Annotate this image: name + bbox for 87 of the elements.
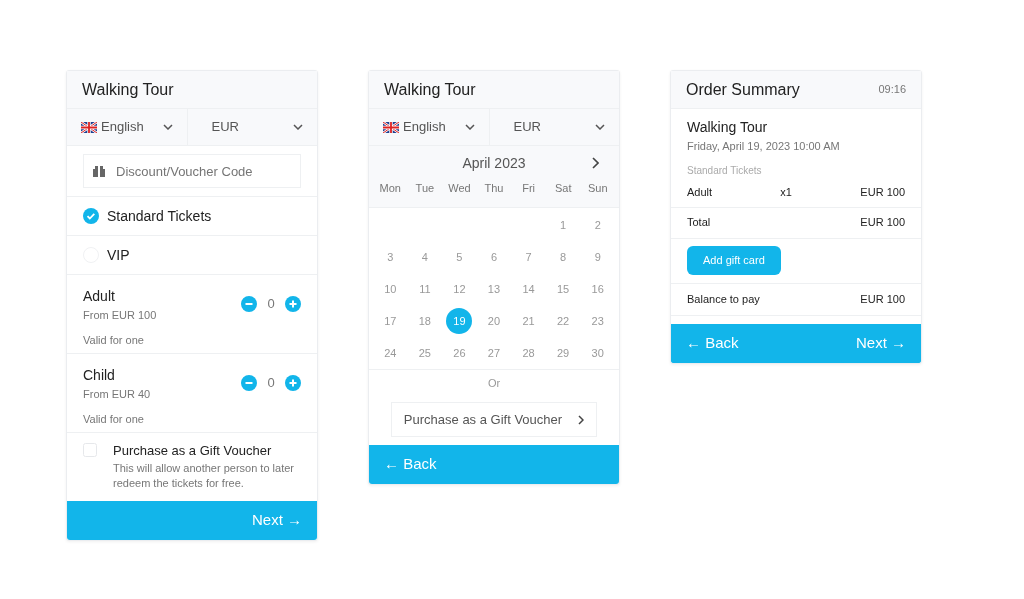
chevron-right-icon (578, 414, 585, 425)
day-cell[interactable]: 18 (411, 308, 438, 334)
tour-date: Friday, April 19, 2023 10:00 AM (687, 139, 841, 154)
weekday-label: Sat (553, 181, 573, 196)
day-cell[interactable]: 26 (446, 340, 473, 366)
day-cell[interactable]: 29 (550, 340, 577, 366)
summary-quantity: x1 (780, 184, 793, 200)
day-cell[interactable]: 28 (515, 340, 542, 366)
gift-voucher-description: This will allow another person to later redeem the tickets for free. (113, 460, 295, 492)
day-cell[interactable]: 4 (411, 244, 438, 270)
checkbox[interactable] (83, 443, 97, 457)
panel-title: Order Summary (686, 79, 800, 100)
summary-amount: EUR 100 (860, 291, 905, 307)
day-cell[interactable]: 19 (446, 308, 473, 334)
day-cell[interactable]: 10 (377, 276, 404, 302)
weekday-label: Fri (521, 181, 536, 196)
tour-name: Walking Tour (687, 118, 769, 137)
summary-amount: EUR 100 (860, 184, 905, 200)
day-cell[interactable]: 3 (377, 244, 404, 270)
day-cell[interactable]: 16 (584, 276, 611, 302)
day-cell[interactable]: 23 (584, 308, 611, 334)
day-cell[interactable]: 30 (584, 340, 611, 366)
timer-text: 09:16 (878, 82, 906, 98)
day-cell[interactable]: 5 (446, 244, 473, 270)
day-cell[interactable]: 14 (515, 276, 542, 302)
chevron-right-icon[interactable] (591, 157, 599, 169)
minus-button[interactable] (241, 374, 257, 391)
weekday-label: Thu (483, 181, 505, 196)
weekday-label: Tue (414, 181, 436, 196)
day-cell[interactable]: 22 (550, 308, 577, 334)
chevron-down-icon (464, 124, 475, 130)
ticket-type-option[interactable]: VIP (67, 236, 317, 275)
day-cell[interactable]: 24 (377, 340, 404, 366)
ticket-count: 0 (266, 374, 276, 392)
language-select[interactable]: English (67, 109, 187, 145)
ticket-note: Valid for one (83, 332, 145, 348)
chevron-down-icon (293, 124, 303, 130)
ticket-note: Valid for one (83, 411, 145, 427)
or-separator: Or (487, 377, 501, 389)
month-label: April 2023 (462, 153, 526, 173)
weekday-label: Mon (378, 181, 402, 196)
minus-button[interactable] (241, 295, 257, 312)
ticket-price: From EUR 100 (83, 308, 157, 323)
next-button[interactable]: Next → (67, 501, 317, 540)
ticket-count: 0 (266, 295, 276, 313)
voucher-field[interactable]: Discount/Voucher Code (83, 154, 301, 188)
day-cell[interactable]: 13 (480, 276, 507, 302)
day-cell[interactable]: 27 (480, 340, 507, 366)
day-cell[interactable]: 15 (550, 276, 577, 302)
panel-title: Walking Tour (384, 79, 476, 100)
day-cell[interactable]: 2 (584, 212, 611, 238)
day-cell[interactable]: 21 (515, 308, 542, 334)
day-cell[interactable]: 17 (377, 308, 404, 334)
flag-icon (383, 121, 399, 133)
plus-button[interactable] (285, 374, 301, 391)
chevron-down-icon (595, 124, 605, 130)
ticket-name: Child (83, 366, 116, 385)
weekday-label: Wed (447, 181, 472, 196)
chevron-down-icon (162, 124, 173, 130)
summary-amount: EUR 100 (860, 215, 905, 231)
ticket-name: Adult (83, 287, 116, 306)
day-cell[interactable]: 9 (584, 244, 611, 270)
back-button[interactable]: ← Back (369, 445, 619, 484)
flag-icon (81, 121, 97, 133)
summary-label: Balance to pay (687, 291, 761, 307)
day-cell[interactable]: 20 (480, 308, 507, 334)
ticket-type-option[interactable]: Standard Tickets (67, 197, 317, 236)
add-gift-card-button[interactable]: Add gift card (687, 246, 781, 275)
section-label: Standard Tickets (687, 163, 763, 178)
gift-voucher-label: Purchase as a Gift Voucher (113, 442, 273, 460)
day-cell[interactable]: 8 (550, 244, 577, 270)
language-select[interactable]: English (369, 109, 489, 145)
day-cell[interactable]: 6 (480, 244, 507, 270)
currency-select[interactable]: EUR (488, 109, 619, 145)
day-cell[interactable]: 11 (411, 276, 438, 302)
day-cell[interactable]: 1 (550, 212, 577, 238)
day-cell[interactable]: 12 (446, 276, 473, 302)
day-cell[interactable]: 7 (515, 244, 542, 270)
ticket-price: From EUR 40 (83, 387, 151, 402)
weekday-label: Sun (586, 181, 609, 196)
currency-select[interactable]: EUR (186, 109, 317, 145)
plus-button[interactable] (285, 295, 301, 312)
summary-label: Adult (687, 184, 714, 200)
day-cell[interactable]: 25 (411, 340, 438, 366)
panel-title: Walking Tour (82, 79, 174, 100)
summary-label: Total (687, 215, 712, 231)
gift-voucher-button[interactable]: Purchase as a Gift Voucher (390, 402, 598, 437)
